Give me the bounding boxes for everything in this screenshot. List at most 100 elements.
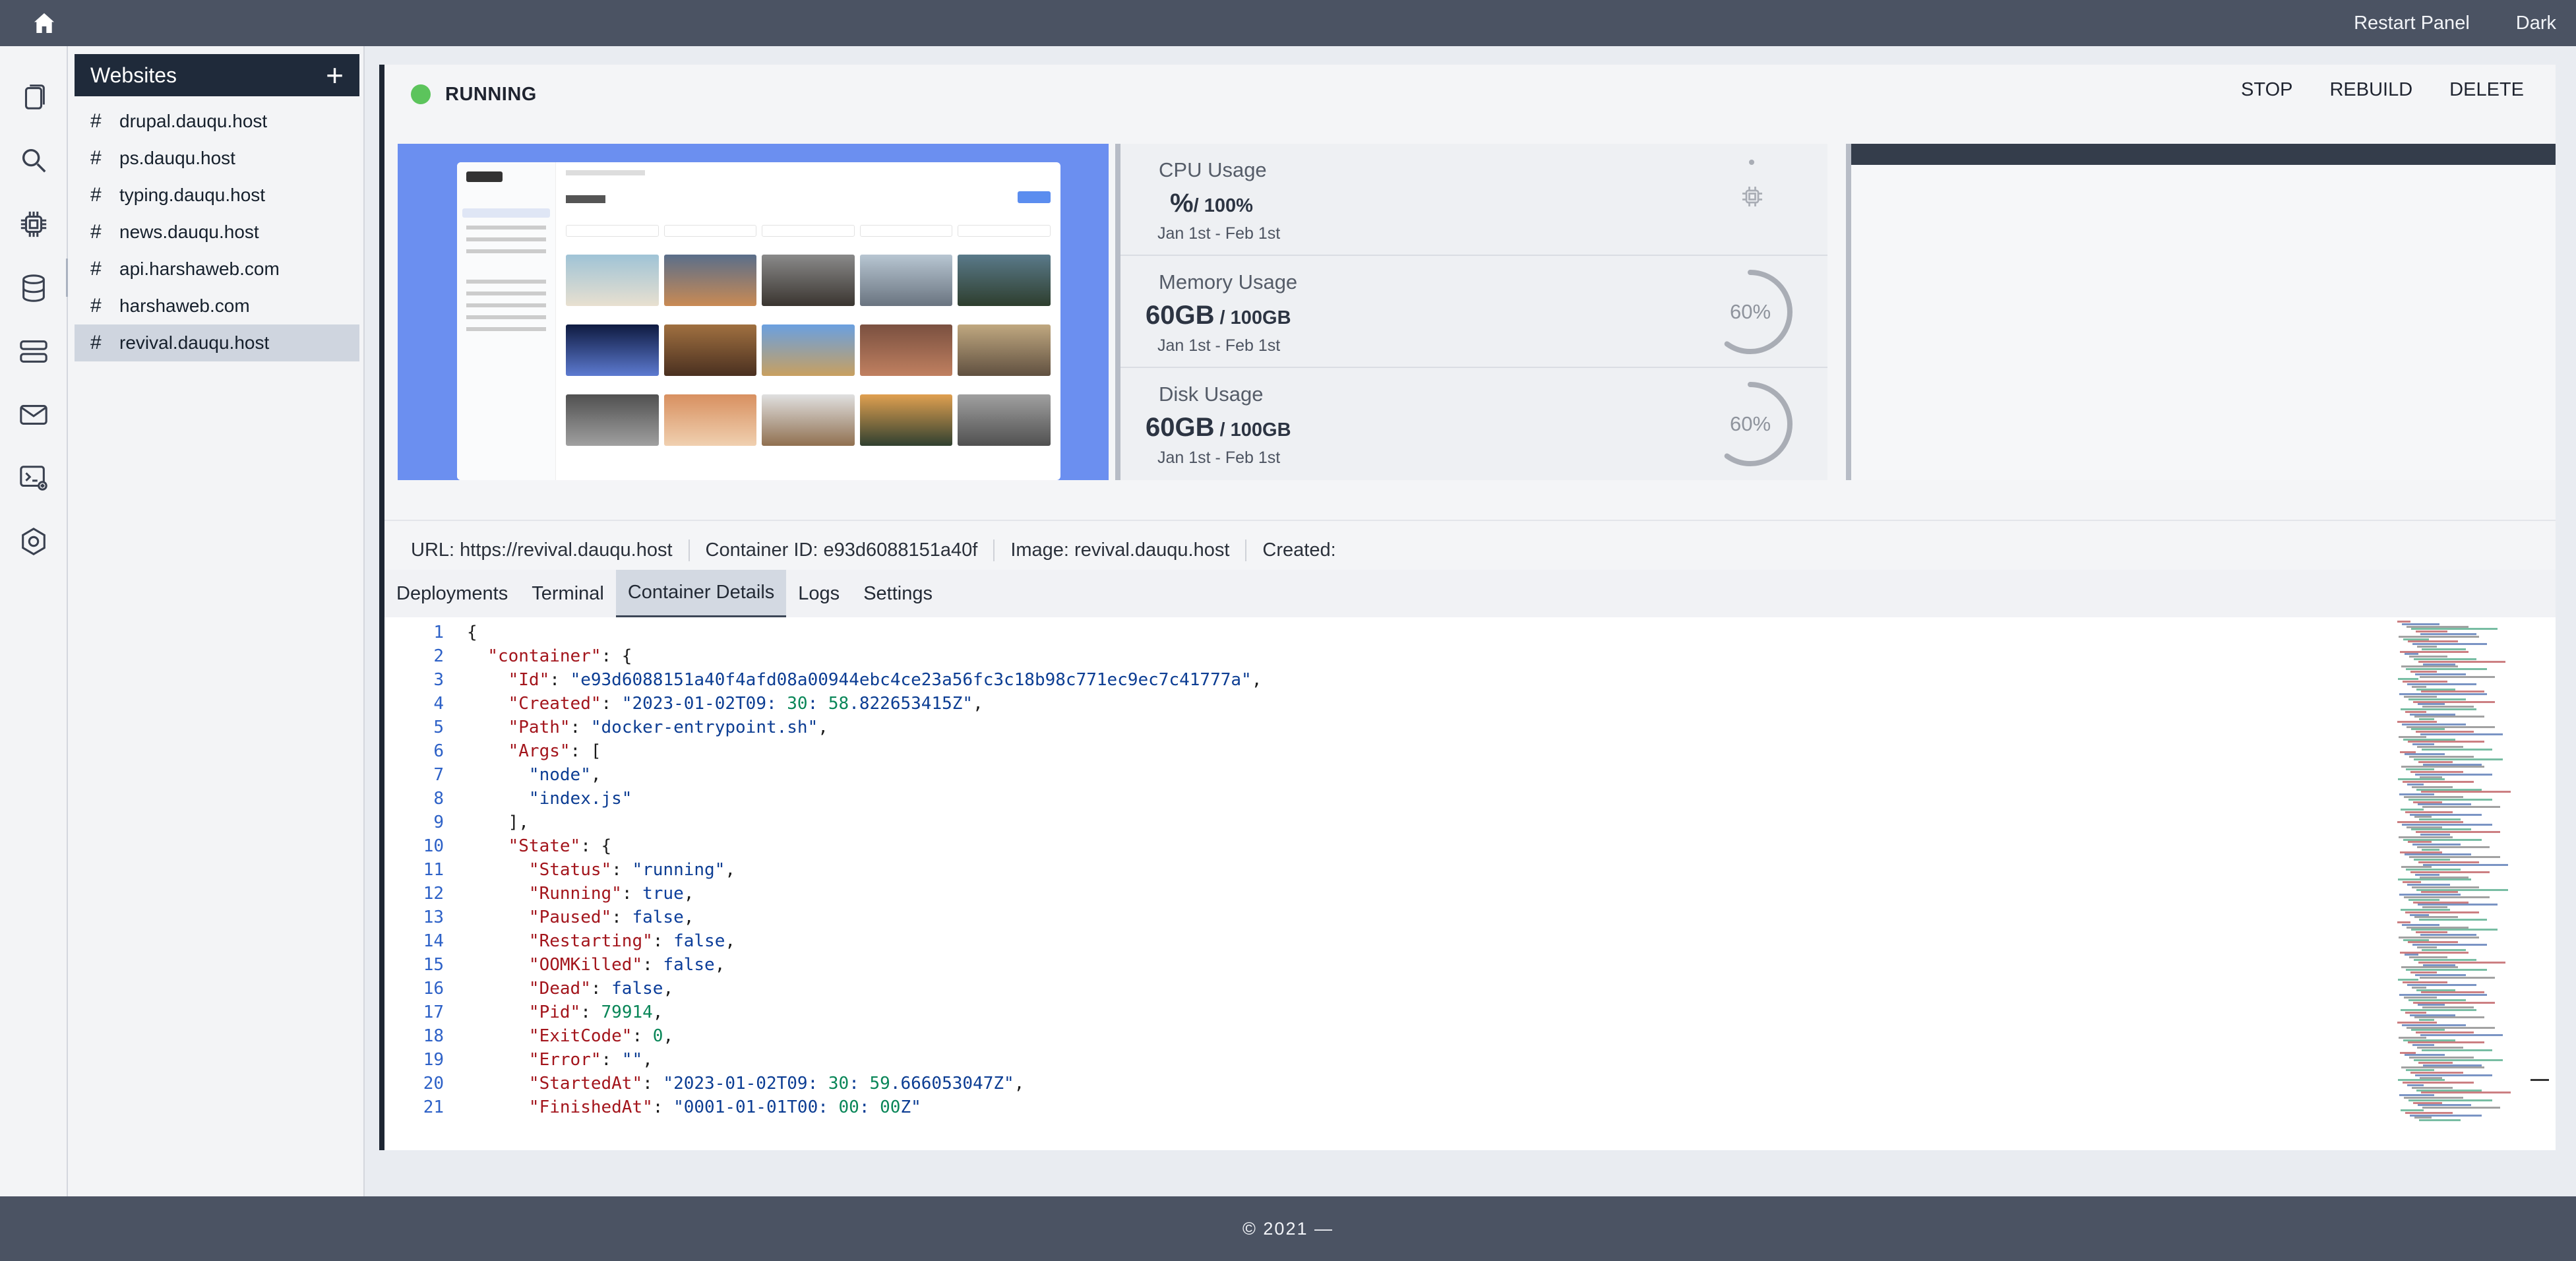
server-icon[interactable]	[17, 335, 50, 368]
sidebar-item-website[interactable]: # typing.dauqu.host	[75, 177, 359, 214]
websites-title: Websites	[90, 63, 177, 87]
minimap-slider[interactable]	[2530, 1079, 2549, 1081]
memory-range: Jan 1st - Feb 1st	[1157, 336, 1281, 355]
search-icon[interactable]	[17, 144, 50, 177]
code-line: "Dead": false,	[528, 979, 674, 999]
sidebar-item-website[interactable]: # api.harshaweb.com	[75, 251, 359, 288]
disk-usage-stat: Disk Usage 60GB / 100GB Jan 1st - Feb 1s…	[1120, 368, 1827, 480]
details-tabs: Deployments Terminal Container Details Logs…	[384, 570, 2556, 617]
sidebar-item-website[interactable]: # drupal.dauqu.host	[75, 103, 359, 140]
log-panel	[1846, 144, 2556, 480]
tab-deployments[interactable]: Deployments	[384, 570, 520, 617]
cpu-usage-value: %/ 100%	[1170, 189, 1253, 218]
line-number: 14	[423, 931, 444, 951]
tab-logs[interactable]: Logs	[786, 570, 851, 617]
sidebar-item-label: harshaweb.com	[119, 295, 250, 316]
code-line: "Args": [	[508, 741, 601, 761]
mail-icon[interactable]	[17, 398, 50, 431]
sidebar-item-website[interactable]: # harshaweb.com	[75, 288, 359, 324]
disk-gauge: 60%	[1704, 378, 1796, 470]
container-image: Image: revival.dauqu.host	[1010, 539, 1247, 561]
hash-icon: #	[90, 147, 102, 169]
memory-percent: 60%	[1729, 300, 1771, 323]
disk-range: Jan 1st - Feb 1st	[1157, 448, 1281, 467]
code-line: "node",	[528, 765, 601, 785]
line-number: 5	[433, 718, 444, 737]
hash-icon: #	[90, 110, 102, 132]
line-number: 19	[423, 1050, 444, 1070]
tab-settings[interactable]: Settings	[851, 570, 944, 617]
settings-icon[interactable]	[17, 525, 50, 558]
websites-panel: Websites + # drupal.dauqu.host # ps.dauqu.h…	[68, 46, 365, 1196]
container-url[interactable]: URL: https://revival.dauqu.host	[411, 539, 690, 561]
cpu-indicator-dot	[1749, 160, 1754, 165]
hash-icon: #	[90, 184, 102, 206]
sidebar-item-label: revival.dauqu.host	[119, 332, 270, 353]
restart-panel-button[interactable]: Restart Panel	[2354, 13, 2470, 34]
add-website-button[interactable]: +	[326, 60, 344, 90]
code-line: {	[467, 623, 477, 642]
websites-header: Websites +	[75, 54, 359, 96]
cpu-usage-stat: CPU Usage %/ 100% Jan 1st - Feb 1st	[1120, 144, 1827, 256]
top-bar: Restart Panel Dark	[0, 0, 2576, 46]
code-line: "Path": "docker-entrypoint.sh",	[508, 718, 828, 737]
footer-text: © 2021 —	[1242, 1218, 1334, 1239]
footer: © 2021 —	[0, 1196, 2576, 1261]
line-number: 13	[423, 907, 444, 927]
line-number: 6	[433, 741, 444, 761]
json-editor[interactable]: 1 {2 "container": {3 "Id": "e93d6088151a4…	[384, 617, 2556, 1150]
sidebar-item-label: news.dauqu.host	[119, 222, 259, 242]
database-icon[interactable]	[17, 272, 50, 305]
preview-thumbnails	[566, 255, 1051, 458]
line-number: 16	[423, 979, 444, 999]
home-icon[interactable]	[30, 9, 59, 38]
website-list: # drupal.dauqu.host # ps.dauqu.host # typing.…	[75, 103, 359, 361]
line-number: 18	[423, 1026, 444, 1046]
container-actions: STOP REBUILD DELETE	[2241, 79, 2524, 101]
container-overview-card: RUNNING STOP REBUILD DELETE CPU Usage %/…	[379, 65, 2556, 601]
preview-folders	[566, 225, 1051, 237]
memory-gauge: 60%	[1704, 266, 1796, 358]
code-line: "Id": "e93d6088151a40f4afd08a00944ebc4ce…	[508, 670, 1262, 690]
line-number: 9	[433, 813, 444, 832]
terminal-icon[interactable]	[17, 462, 50, 495]
preview-title	[566, 195, 605, 203]
status-label: RUNNING	[445, 83, 537, 105]
editor-minimap[interactable]	[2391, 621, 2542, 1122]
code-line: "StartedAt": "2023-01-02T09: 30: 59.6660…	[528, 1074, 1025, 1093]
hash-icon: #	[90, 258, 102, 280]
line-number: 10	[423, 836, 444, 856]
memory-value: 60GB	[1146, 301, 1215, 330]
code-line: ],	[467, 813, 529, 832]
memory-usage-label: Memory Usage	[1159, 270, 1298, 293]
theme-toggle-button[interactable]: Dark	[2516, 13, 2556, 34]
status-dot	[411, 84, 431, 104]
disk-percent: 60%	[1729, 412, 1771, 435]
pages-icon[interactable]	[17, 80, 50, 113]
tab-container-details[interactable]: Container Details	[615, 570, 787, 617]
code-line: "OOMKilled": false,	[528, 955, 725, 975]
sidebar-item-website[interactable]: # revival.dauqu.host	[75, 324, 359, 361]
cpu-value: %	[1170, 189, 1194, 218]
cpu-icon[interactable]	[17, 208, 50, 241]
sidebar-item-website[interactable]: # news.dauqu.host	[75, 214, 359, 251]
code-line: "Paused": false,	[528, 907, 694, 927]
sidebar-item-website[interactable]: # ps.dauqu.host	[75, 140, 359, 177]
stop-button[interactable]: STOP	[2241, 79, 2292, 101]
log-panel-header	[1851, 144, 2556, 165]
container-id: Container ID: e93d6088151a40f	[706, 539, 995, 561]
sidebar-item-label: ps.dauqu.host	[119, 148, 235, 168]
memory-usage-stat: Memory Usage 60GB / 100GB Jan 1st - Feb …	[1120, 256, 1827, 368]
hash-icon: #	[90, 332, 102, 354]
rebuild-button[interactable]: REBUILD	[2329, 79, 2412, 101]
line-number: 12	[423, 884, 444, 904]
tab-terminal[interactable]: Terminal	[520, 570, 616, 617]
code-line: "Pid": 79914,	[528, 1002, 663, 1022]
cpu-total: / 100%	[1193, 195, 1253, 216]
delete-button[interactable]: DELETE	[2449, 79, 2524, 101]
preview-sidebar	[457, 162, 556, 480]
line-number: 11	[423, 860, 444, 880]
line-number: 4	[433, 694, 444, 714]
cpu-chip-icon	[1740, 185, 1764, 208]
sidebar-item-label: typing.dauqu.host	[119, 185, 266, 205]
